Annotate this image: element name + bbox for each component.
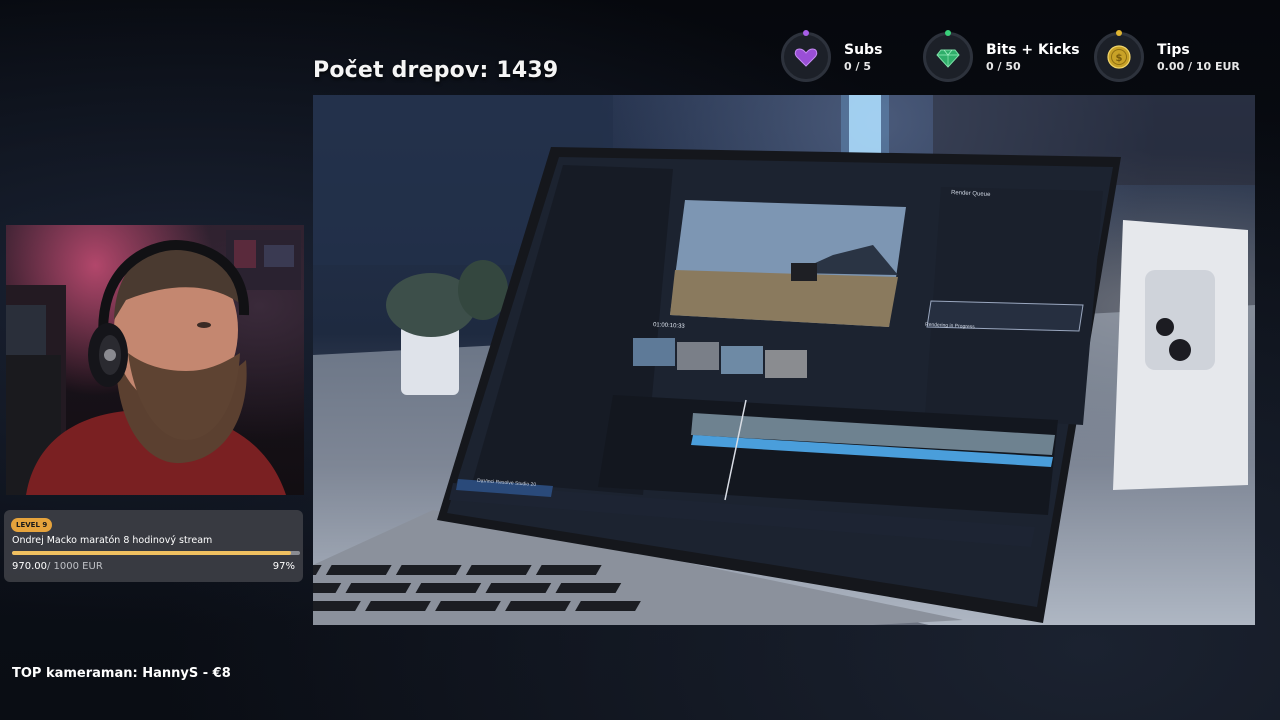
donation-percent: 97% — [272, 561, 295, 572]
donation-goal-title: Ondrej Macko maratón 8 hodinový stream — [12, 535, 213, 546]
donation-target: / 1000 EUR — [47, 561, 103, 572]
squat-counter: Počet drepov: 1439 — [313, 58, 558, 83]
donation-goal-card: LEVEL 9 Ondrej Macko maratón 8 hodinový … — [4, 510, 303, 582]
top-cameraman-label: TOP kameraman: HannyS - €8 — [12, 666, 231, 681]
stream-overlay: Počet drepov: 1439 Subs 0 / 5 Bits + Kic… — [0, 0, 1280, 720]
streamer-figure — [6, 230, 301, 495]
goal-value: 0 / 5 — [844, 60, 871, 73]
level-badge: LEVEL 9 — [11, 518, 53, 532]
goal-indicator-dot — [945, 30, 951, 36]
goal-subs: Subs 0 / 5 — [781, 30, 901, 84]
donation-amount: 970.00/ 1000 EUR — [12, 561, 103, 572]
heart-icon — [794, 48, 818, 67]
goal-title: Tips — [1157, 42, 1190, 58]
goal-indicator-dot — [803, 30, 809, 36]
goal-bits-kicks: Bits + Kicks 0 / 50 — [923, 30, 1080, 84]
goal-value: 0 / 50 — [986, 60, 1021, 73]
laptop-scene — [313, 95, 1255, 625]
webcam-feed — [6, 225, 304, 495]
donation-raised: 970.00 — [12, 561, 47, 572]
squat-counter-value: 1439 — [496, 58, 559, 83]
gem-icon — [936, 49, 960, 68]
goal-title: Subs — [844, 42, 883, 58]
goal-tips: $ Tips 0.00 / 10 EUR — [1094, 30, 1244, 84]
donation-progress-fill — [12, 551, 292, 555]
goal-indicator-dot — [1116, 30, 1122, 36]
donation-progress-track — [12, 551, 300, 555]
coin-icon: $ — [1107, 45, 1131, 69]
goal-value: 0.00 / 10 EUR — [1157, 60, 1240, 73]
goal-title: Bits + Kicks — [986, 42, 1080, 58]
svg-text:$: $ — [1116, 53, 1123, 64]
squat-counter-label: Počet drepov: — [313, 58, 489, 83]
main-video-feed: Render Queue 01:00:10:33 DaVinci Resolve… — [313, 95, 1255, 625]
